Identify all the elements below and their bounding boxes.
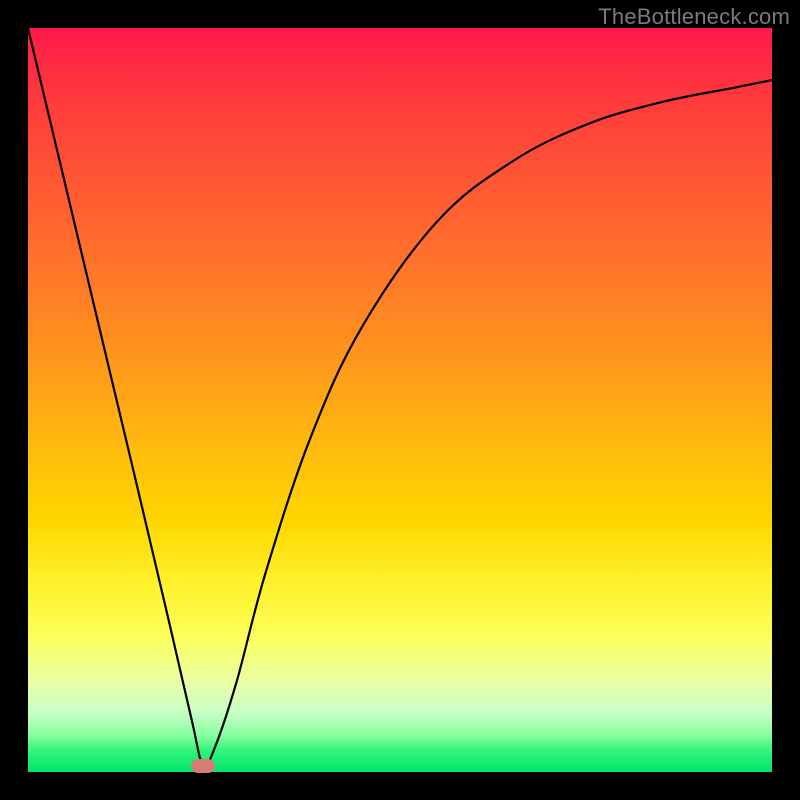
chart-curve-layer <box>28 28 772 772</box>
watermark-text: TheBottleneck.com <box>598 4 790 30</box>
minimum-marker <box>191 759 215 773</box>
bottleneck-curve <box>28 28 772 767</box>
outer-frame: TheBottleneck.com <box>0 0 800 800</box>
